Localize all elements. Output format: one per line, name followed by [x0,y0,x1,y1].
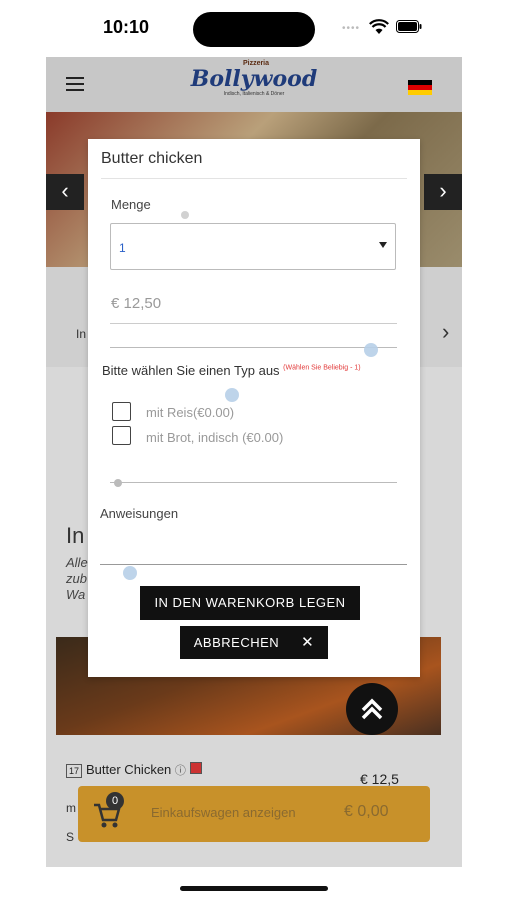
quantity-label: Menge [111,197,151,212]
option-label-reis[interactable]: mit Reis(€0.00) [146,405,234,420]
cart-bar[interactable]: 0 Einkaufswagen anzeigen € 0,00 [78,786,430,842]
sparkle-icon [364,343,378,357]
logo[interactable]: Bollywood [174,66,334,92]
option-label-brot[interactable]: mit Brot, indisch (€0.00) [146,430,283,445]
logo-subtitle: Indisch, Italienisch & Döner [223,91,285,97]
divider [101,178,407,179]
dropdown-caret-icon [379,242,387,248]
quantity-value: 1 [119,241,126,255]
status-time: 10:10 [103,17,150,37]
carousel-next-button[interactable]: › [424,174,462,210]
signal-icon: •••• [342,23,361,34]
menu-item-title[interactable]: 17 Butter Chicken ⓘ [66,762,202,778]
product-modal: Butter chicken Menge 1 € 12,50 Bitte wäh… [88,139,420,677]
info-icon[interactable]: ⓘ [175,765,186,777]
german-flag-icon[interactable] [408,80,432,95]
type-label: Bitte wählen Sie einen Typ aus (Wählen S… [102,363,361,378]
battery-icon [396,20,422,33]
add-to-cart-button[interactable]: IN DEN WARENKORB LEGEN [140,586,360,620]
sparkle-icon [225,388,239,402]
quantity-select[interactable]: 1 [110,223,396,270]
app-header: Pizzeria Bollywood Indisch, Italienisch … [46,57,462,112]
cart-count-badge: 0 [106,792,124,810]
divider [110,482,397,483]
modal-title: Butter chicken [101,150,203,167]
divider [110,347,397,348]
item-detail-m: m [66,801,76,815]
wifi-icon [369,19,389,34]
slider-knob [114,479,122,487]
category-partial-label[interactable]: In [76,327,86,341]
type-note: (Wählen Sie Beliebig - 1) [283,364,361,372]
item-number: 17 [66,764,83,778]
price-field: € 12,50 [111,295,162,312]
badge-icon [189,762,202,774]
divider [110,323,397,324]
instructions-label: Anweisungen [100,506,179,521]
dynamic-island [193,12,315,47]
cart-total: € 0,00 [344,803,389,820]
sparkle-icon [123,566,137,580]
item-price: € 12,5 [360,771,399,787]
cancel-label: ABBRECHEN [193,635,280,650]
cart-label: Einkaufswagen anzeigen [151,805,296,820]
close-icon: ✕ [301,634,315,651]
cancel-button[interactable]: ABBRECHEN ✕ [180,626,328,659]
section-title: In [66,523,85,548]
option-checkbox-reis[interactable] [112,402,131,421]
sparkle-icon [181,211,189,219]
option-checkbox-brot[interactable] [112,426,131,445]
menu-icon[interactable] [66,77,84,91]
carousel-prev-button[interactable]: ‹ [46,174,84,210]
scroll-top-button[interactable] [346,683,398,735]
home-indicator [180,886,328,891]
item-detail-s: S [66,830,75,844]
instructions-input[interactable] [100,564,407,565]
section-description: Alle zub Wa [66,555,88,602]
type-label-text: Bitte wählen Sie einen Typ aus [102,363,280,378]
category-next-icon[interactable]: › [442,319,449,345]
item-name: Butter Chicken [86,762,172,777]
scroll-top-icon [361,698,383,720]
